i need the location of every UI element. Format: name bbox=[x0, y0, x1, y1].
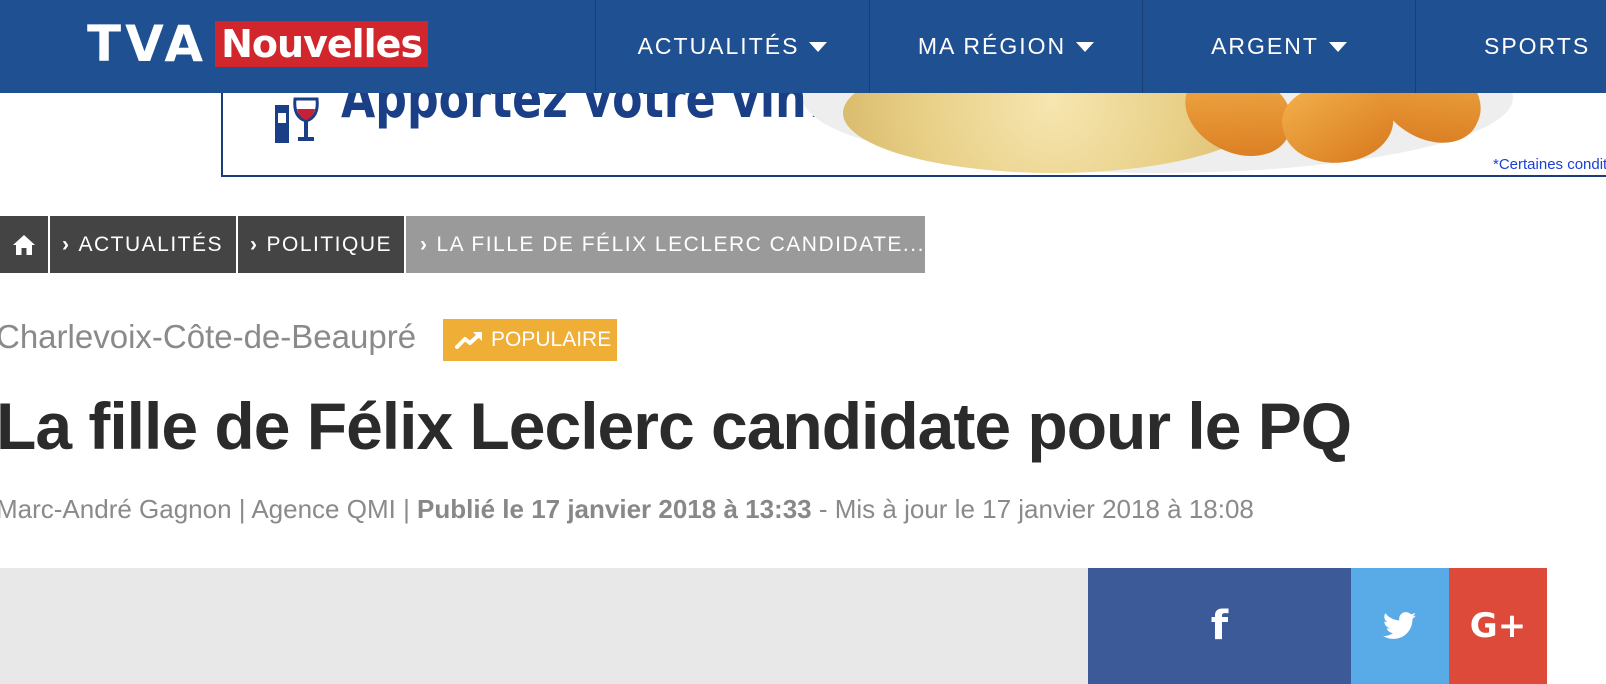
breadcrumb-item-actualites[interactable]: › ACTUALITÉS bbox=[50, 216, 236, 273]
caret-down-icon bbox=[809, 41, 828, 52]
popular-badge-label: POPULAIRE bbox=[491, 328, 612, 351]
nav-item-argent[interactable]: ARGENT bbox=[1142, 0, 1415, 93]
byline-updated: - Mis à jour le 17 janvier 2018 à 18:08 bbox=[811, 494, 1254, 524]
tva-nouvelles-logo[interactable]: TVA Nouvelles bbox=[87, 15, 429, 73]
logo-brand: TVA bbox=[87, 15, 208, 73]
ad-headline: Apportez votre vin! bbox=[341, 93, 827, 130]
nav-item-label: ACTUALITÉS bbox=[637, 33, 800, 59]
breadcrumb-label: POLITIQUE bbox=[266, 232, 393, 256]
facebook-icon: f bbox=[1210, 603, 1229, 649]
caret-down-icon bbox=[1328, 41, 1347, 52]
nav-item-actualites[interactable]: ACTUALITÉS bbox=[595, 0, 869, 93]
breadcrumb-item-current: › LA FILLE DE FÉLIX LECLERC CANDIDATE... bbox=[406, 216, 925, 273]
article-region[interactable]: Charlevoix-Côte-de-Beaupré bbox=[0, 318, 416, 356]
breadcrumb-label: LA FILLE DE FÉLIX LECLERC CANDIDATE... bbox=[436, 232, 925, 256]
breadcrumb-item-politique[interactable]: › POLITIQUE bbox=[238, 216, 404, 273]
chevron-right-icon: › bbox=[420, 232, 429, 256]
google-plus-share-button[interactable]: G+ bbox=[1449, 568, 1547, 684]
ad-banner[interactable]: Apportez votre vin! *Certaines condition… bbox=[221, 93, 1606, 177]
nav-item-sports[interactable]: SPORTS bbox=[1415, 0, 1606, 93]
chevron-right-icon: › bbox=[62, 232, 71, 256]
twitter-icon bbox=[1383, 612, 1417, 639]
google-plus-icon: G+ bbox=[1469, 606, 1527, 646]
breadcrumb-home[interactable] bbox=[0, 216, 48, 273]
caret-down-icon bbox=[1076, 41, 1095, 52]
breadcrumb-label: ACTUALITÉS bbox=[78, 232, 224, 256]
home-icon bbox=[13, 234, 35, 255]
top-navigation: TVA Nouvelles ACTUALITÉS MA RÉGION ARGEN… bbox=[0, 0, 1606, 93]
ad-disclaimer: *Certaines conditions s'appliquent bbox=[1493, 156, 1606, 173]
facebook-share-button[interactable]: f bbox=[1088, 568, 1351, 684]
article-byline: Marc-André Gagnon | Agence QMI | Publié … bbox=[0, 494, 1254, 525]
share-bar bbox=[0, 568, 1088, 684]
wine-glass-icon bbox=[275, 97, 319, 143]
nav-item-label: MA RÉGION bbox=[917, 33, 1067, 59]
nav-item-label: ARGENT bbox=[1211, 33, 1319, 59]
twitter-share-button[interactable] bbox=[1351, 568, 1449, 684]
logo-section: Nouvelles bbox=[215, 21, 429, 67]
nav-item-label: SPORTS bbox=[1484, 33, 1591, 59]
chevron-right-icon: › bbox=[250, 232, 259, 256]
nav-item-ma-region[interactable]: MA RÉGION bbox=[869, 0, 1142, 93]
article-title: La fille de Félix Leclerc candidate pour… bbox=[0, 389, 1352, 463]
byline-author: Marc-André Gagnon | Agence QMI | bbox=[0, 494, 418, 524]
trending-icon bbox=[455, 332, 482, 349]
popular-badge: POPULAIRE bbox=[443, 319, 617, 361]
byline-published: Publié le 17 janvier 2018 à 13:33 bbox=[417, 494, 812, 524]
